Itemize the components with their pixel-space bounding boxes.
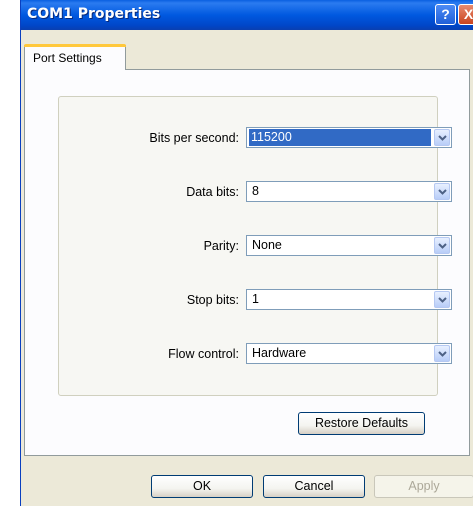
stop-bits-value: 1 xyxy=(252,292,259,306)
data-bits-label: Data bits: xyxy=(186,185,239,199)
help-button[interactable]: ? xyxy=(435,4,456,25)
cancel-button[interactable]: Cancel xyxy=(263,475,365,498)
ok-button[interactable]: OK xyxy=(151,475,253,498)
chevron-down-icon[interactable] xyxy=(434,237,450,254)
flow-control-label: Flow control: xyxy=(168,347,239,361)
data-bits-dropdown[interactable]: 8 xyxy=(246,181,452,202)
restore-defaults-button[interactable]: Restore Defaults xyxy=(298,412,425,435)
stop-bits-dropdown[interactable]: 1 xyxy=(246,289,452,310)
flow-control-dropdown[interactable]: Hardware xyxy=(246,343,452,364)
title-bar[interactable]: COM1 Properties ? X xyxy=(21,0,473,30)
tab-label: Port Settings xyxy=(33,51,102,65)
stop-bits-label: Stop bits: xyxy=(186,293,239,307)
window-title: COM1 Properties xyxy=(27,6,161,22)
bits-per-second-dropdown[interactable]: 115200 xyxy=(246,127,452,148)
properties-dialog: COM1 Properties ? X Port Settings Bits p… xyxy=(20,0,473,506)
parity-value: None xyxy=(252,238,282,252)
chevron-down-icon[interactable] xyxy=(434,129,450,146)
close-button[interactable]: X xyxy=(458,4,473,25)
apply-button[interactable]: Apply xyxy=(374,475,473,498)
bits-per-second-value: 115200 xyxy=(249,129,431,146)
tab-port-settings[interactable]: Port Settings xyxy=(24,44,126,70)
data-bits-value: 8 xyxy=(252,184,259,198)
flow-control-value: Hardware xyxy=(252,346,307,360)
chevron-down-icon[interactable] xyxy=(434,291,450,308)
chevron-down-icon[interactable] xyxy=(434,183,450,200)
parity-dropdown[interactable]: None xyxy=(246,235,452,256)
parity-label: Parity: xyxy=(203,239,239,253)
chevron-down-icon[interactable] xyxy=(434,345,450,362)
bits-per-second-label: Bits per second: xyxy=(149,131,239,145)
settings-group: Bits per second: 115200 Data bits: 8 Par… xyxy=(58,96,452,396)
